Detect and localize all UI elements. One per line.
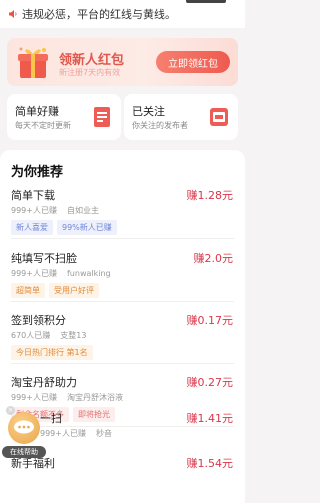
divider: [11, 301, 234, 302]
online-help-button[interactable]: [8, 412, 40, 444]
task-item[interactable]: 新手福利 赚1.54元: [0, 455, 245, 503]
card-subtitle: 你关注的发布者: [132, 121, 188, 130]
task-name: 签到领积分: [11, 314, 66, 327]
banner-title: 领新人红包: [59, 53, 125, 68]
task-tag: 超简单: [11, 283, 45, 298]
following-card[interactable]: 已关注 你关注的发布者: [124, 94, 238, 140]
follow-icon: [210, 108, 228, 126]
task-meta: 999+人已赚 淘宝丹舒沐浴液: [11, 393, 123, 402]
claim-red-packet-button[interactable]: 立即领红包: [156, 51, 230, 73]
document-icon: [94, 107, 110, 127]
task-meta: 670人已赚 支整13: [11, 331, 87, 340]
close-icon[interactable]: ×: [6, 406, 15, 415]
card-title: 已关注: [132, 105, 165, 118]
gift-box-icon: [18, 47, 48, 78]
easy-earn-card[interactable]: 简单好赚 每天不定时更新: [7, 94, 121, 140]
task-name: 淘宝丹舒助力: [11, 376, 77, 389]
online-help-label: 在线帮助: [2, 446, 46, 458]
card-subtitle: 每天不定时更新: [15, 121, 71, 130]
task-tag: 今日热门排行 第1名: [11, 345, 93, 360]
task-reward: 赚0.17元: [186, 314, 234, 327]
new-user-red-packet-banner[interactable]: 领新人红包 新注册7天内有效 立即领红包: [7, 38, 238, 86]
task-meta: 999+人已赚 funwalking: [11, 269, 111, 278]
divider: [11, 238, 234, 239]
task-tag: 99%新人已赚: [57, 220, 117, 235]
banner-subtitle: 新注册7天内有效: [59, 68, 121, 77]
task-tag: 新人喜爱: [11, 220, 53, 235]
notice-text: 违规必惩，平台的红线与黄线。: [22, 8, 176, 21]
task-name: 简单下载: [11, 189, 55, 202]
task-reward: 赚1.54元: [186, 457, 234, 470]
task-name: 纯填写不扫脸: [11, 252, 77, 265]
status-overlay: [186, 0, 226, 3]
task-reward: 赚0.27元: [186, 376, 234, 389]
online-help-widget[interactable]: × 在线帮助: [2, 404, 46, 462]
task-meta: 999+人已赚 自如业主: [11, 206, 99, 215]
task-meta: 999+人已赚 秒音: [40, 429, 112, 438]
divider: [11, 363, 234, 364]
task-reward: 赚2.0元: [193, 252, 234, 265]
speaker-icon: [9, 10, 17, 18]
chat-bubble-icon: [14, 420, 34, 434]
section-title: 为你推荐: [11, 165, 64, 180]
task-reward: 赚1.28元: [186, 189, 234, 202]
card-title: 简单好赚: [15, 105, 59, 118]
notice-bar[interactable]: 违规必惩，平台的红线与黄线。: [0, 0, 245, 28]
task-tag: 受用户好评: [49, 283, 99, 298]
task-reward: 赚1.41元: [186, 412, 234, 425]
